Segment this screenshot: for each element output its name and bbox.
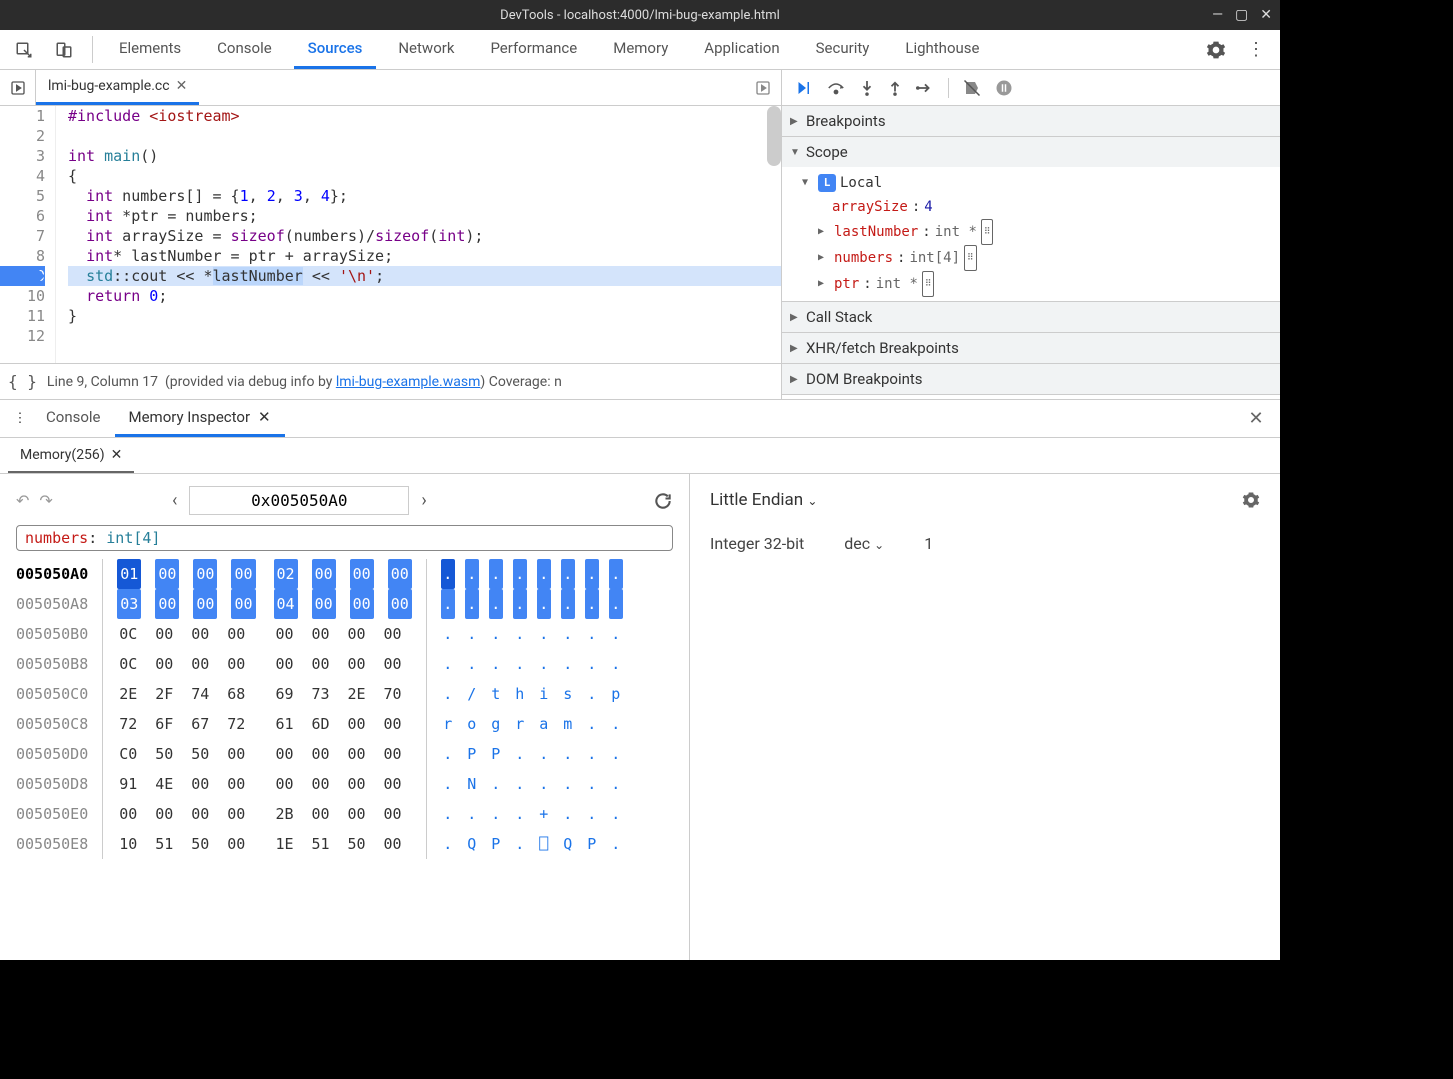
step-into-icon[interactable] bbox=[860, 79, 874, 97]
tab-network[interactable]: Network bbox=[384, 30, 468, 69]
close-window-icon[interactable]: ✕ bbox=[1260, 7, 1272, 23]
tab-sources[interactable]: Sources bbox=[294, 30, 377, 69]
scope-var-arraysize[interactable]: arraySize: 4 bbox=[802, 195, 1280, 219]
run-snippet-icon[interactable] bbox=[0, 70, 36, 105]
chevron-down-icon: ▼ bbox=[790, 147, 802, 158]
close-icon[interactable]: ✕ bbox=[176, 78, 188, 94]
undo-icon[interactable]: ↶ bbox=[16, 491, 29, 510]
tab-memory-inspector[interactable]: Memory Inspector ✕ bbox=[115, 400, 285, 437]
close-icon[interactable]: ✕ bbox=[258, 408, 271, 426]
inspect-icon[interactable] bbox=[8, 30, 40, 69]
chevron-down-icon: ⌄ bbox=[807, 494, 817, 508]
local-badge-icon: L bbox=[818, 174, 836, 192]
decoded-value: 1 bbox=[924, 534, 933, 553]
memory-sub-tabs: Memory(256) ✕ bbox=[0, 438, 1280, 474]
prev-page-icon[interactable]: ‹ bbox=[172, 490, 177, 511]
tab-memory[interactable]: Memory bbox=[599, 30, 682, 69]
scope-var-numbers[interactable]: ▶ numbers: int[4] ⠿ bbox=[802, 245, 1280, 271]
chevron-right-icon: ▶ bbox=[818, 272, 830, 296]
callstack-section[interactable]: ▶ Call Stack bbox=[782, 302, 1280, 332]
scope-local[interactable]: ▼ L Local bbox=[802, 171, 1280, 195]
debugger-pane: ▶ Breakpoints ▼ Scope ▼ L Local arraySi bbox=[782, 70, 1280, 399]
kebab-menu-icon[interactable]: ⋮ bbox=[1240, 30, 1272, 69]
gear-icon[interactable] bbox=[1242, 491, 1260, 509]
chevron-right-icon: ▶ bbox=[790, 343, 802, 354]
toggle-navigator-icon[interactable] bbox=[745, 70, 781, 105]
resume-icon[interactable] bbox=[794, 79, 812, 97]
main-tab-bar: ElementsConsoleSourcesNetworkPerformance… bbox=[0, 30, 1280, 70]
file-tab[interactable]: lmi-bug-example.cc ✕ bbox=[36, 70, 199, 105]
maximize-icon[interactable]: ▢ bbox=[1235, 7, 1248, 23]
tab-elements[interactable]: Elements bbox=[105, 30, 195, 69]
kebab-menu-icon[interactable]: ⋮ bbox=[8, 400, 32, 437]
address-input[interactable] bbox=[189, 486, 409, 515]
tab-performance[interactable]: Performance bbox=[476, 30, 591, 69]
memory-tab[interactable]: Memory(256) ✕ bbox=[8, 438, 134, 473]
close-drawer-icon[interactable]: ✕ bbox=[1240, 400, 1272, 437]
drawer-tab-bar: ⋮ Console Memory Inspector ✕ ✕ bbox=[0, 400, 1280, 438]
file-tab-bar: lmi-bug-example.cc ✕ bbox=[0, 70, 781, 106]
chevron-right-icon: ▶ bbox=[818, 246, 830, 270]
chevron-right-icon: ▶ bbox=[790, 116, 802, 127]
device-icon[interactable] bbox=[48, 30, 80, 69]
wasm-link[interactable]: lmi-bug-example.wasm bbox=[336, 374, 481, 390]
chevron-right-icon: ▶ bbox=[818, 220, 830, 244]
memory-icon[interactable]: ⠿ bbox=[981, 219, 994, 245]
step-icon[interactable] bbox=[916, 81, 934, 95]
chevron-down-icon: ⌄ bbox=[874, 538, 884, 552]
xhr-breakpoints-section[interactable]: ▶ XHR/fetch Breakpoints bbox=[782, 333, 1280, 363]
close-icon[interactable]: ✕ bbox=[111, 447, 123, 463]
file-tab-name: lmi-bug-example.cc bbox=[48, 78, 170, 94]
tab-console[interactable]: Console bbox=[32, 400, 115, 437]
endian-select[interactable]: Little Endian ⌄ bbox=[710, 490, 817, 510]
refresh-icon[interactable] bbox=[653, 491, 673, 511]
chevron-right-icon: ▶ bbox=[790, 312, 802, 323]
scope-section[interactable]: ▼ Scope bbox=[782, 137, 1280, 167]
tab-console[interactable]: Console bbox=[203, 30, 286, 69]
minimize-icon[interactable]: — bbox=[1212, 7, 1223, 23]
pause-exceptions-icon[interactable] bbox=[995, 79, 1013, 97]
next-page-icon[interactable]: › bbox=[421, 490, 426, 511]
value-format-select[interactable]: dec ⌄ bbox=[844, 534, 884, 553]
breakpoints-section[interactable]: ▶ Breakpoints bbox=[782, 106, 1280, 136]
deactivate-breakpoints-icon[interactable] bbox=[963, 79, 981, 97]
memory-object-badge[interactable]: numbers: int[4] bbox=[16, 525, 673, 551]
chevron-down-icon: ▼ bbox=[802, 171, 814, 195]
window-title: DevTools - localhost:4000/lmi-bug-exampl… bbox=[500, 8, 780, 23]
scope-var-lastnumber[interactable]: ▶ lastNumber: int * ⠿ bbox=[802, 219, 1280, 245]
redo-icon[interactable]: ↷ bbox=[39, 491, 52, 510]
cursor-position: Line 9, Column 17 bbox=[47, 374, 158, 390]
window-titlebar: DevTools - localhost:4000/lmi-bug-exampl… bbox=[0, 0, 1280, 30]
value-type: Integer 32-bit bbox=[710, 534, 804, 553]
debug-toolbar bbox=[782, 70, 1280, 106]
dom-breakpoints-section[interactable]: ▶ DOM Breakpoints bbox=[782, 364, 1280, 394]
code-status-bar: { } Line 9, Column 17 (provided via debu… bbox=[0, 363, 781, 399]
gear-icon[interactable] bbox=[1200, 30, 1232, 69]
tab-security[interactable]: Security bbox=[802, 30, 884, 69]
pretty-print-icon[interactable]: { } bbox=[8, 372, 37, 391]
scope-var-ptr[interactable]: ▶ ptr: int * ⠿ bbox=[802, 271, 1280, 297]
step-over-icon[interactable] bbox=[826, 80, 846, 96]
memory-icon[interactable]: ⠿ bbox=[964, 245, 977, 271]
memory-icon[interactable]: ⠿ bbox=[922, 271, 935, 297]
step-out-icon[interactable] bbox=[888, 79, 902, 97]
chevron-right-icon: ▶ bbox=[790, 374, 802, 385]
tab-lighthouse[interactable]: Lighthouse bbox=[891, 30, 993, 69]
tab-application[interactable]: Application bbox=[690, 30, 793, 69]
scrollbar[interactable] bbox=[767, 106, 781, 166]
code-editor[interactable]: 123456789101112 #include <iostream> int … bbox=[0, 106, 781, 363]
